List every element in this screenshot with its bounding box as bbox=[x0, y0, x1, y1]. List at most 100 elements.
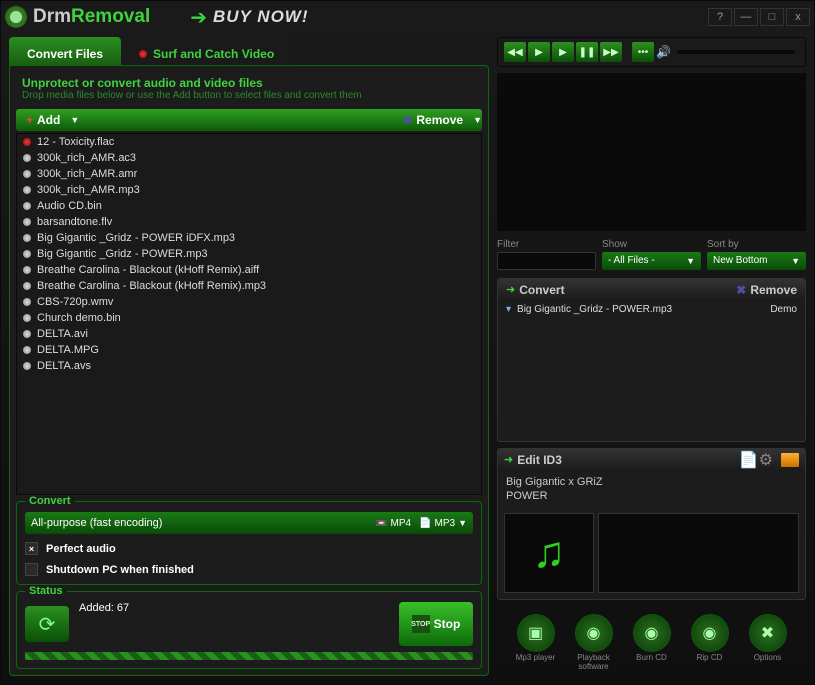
tab-surf-catch[interactable]: Surf and Catch Video bbox=[121, 37, 292, 65]
file-row[interactable]: 300k_rich_AMR.mp3 bbox=[17, 182, 481, 198]
filter-input[interactable] bbox=[497, 252, 596, 270]
remove-button[interactable]: ✖ Remove bbox=[392, 109, 473, 131]
stop-button[interactable]: STOP Stop bbox=[399, 602, 473, 646]
tab-convert-files[interactable]: Convert Files bbox=[9, 37, 121, 65]
volume-icon[interactable]: 🔊 bbox=[656, 45, 671, 59]
file-row[interactable]: 300k_rich_AMR.amr bbox=[17, 166, 481, 182]
file-row[interactable]: Big Gigantic _Gridz - POWER iDFX.mp3 bbox=[17, 230, 481, 246]
refresh-icon: ⟳ bbox=[25, 606, 69, 642]
rip-cd-button[interactable]: ◉Rip CD bbox=[686, 614, 734, 672]
queue-panel: ➜ Convert ✖Remove ▾Big Gigantic _Gridz -… bbox=[497, 278, 806, 442]
status-dot-icon bbox=[23, 154, 31, 162]
status-dot-icon bbox=[23, 234, 31, 242]
file-row[interactable]: Big Gigantic _Gridz - POWER.mp3 bbox=[17, 246, 481, 262]
add-dropdown[interactable]: ▼ bbox=[70, 115, 79, 125]
buy-now-link[interactable]: ➔ BUY NOW! bbox=[190, 5, 308, 30]
stop-icon: STOP bbox=[412, 615, 430, 633]
status-section: Status ⟳ Added: 67 STOP Stop bbox=[16, 591, 482, 669]
status-dot-icon bbox=[23, 282, 31, 290]
next-button[interactable]: ▶▶ bbox=[600, 42, 622, 62]
seek-bar[interactable] bbox=[497, 73, 806, 231]
sort-dropdown[interactable]: New Bottom▼ bbox=[707, 252, 806, 270]
file-name: Church demo.bin bbox=[37, 312, 121, 324]
maximize-button[interactable]: □ bbox=[760, 8, 784, 26]
format-mp3-button[interactable]: 📄 MP3 ▼ bbox=[419, 518, 467, 529]
settings-icon[interactable]: 📄⚙ bbox=[739, 450, 773, 470]
perfect-audio-checkbox[interactable]: × Perfect audio bbox=[25, 542, 473, 555]
x-icon: ✖ bbox=[402, 113, 412, 127]
file-row[interactable]: DELTA.avs bbox=[17, 358, 481, 374]
music-note-icon: ♫ bbox=[533, 528, 566, 578]
burn-cd-button[interactable]: ◉Burn CD bbox=[628, 614, 676, 672]
file-name: Audio CD.bin bbox=[37, 200, 102, 212]
file-row[interactable]: Breathe Carolina - Blackout (kHoff Remix… bbox=[17, 262, 481, 278]
playlist-button[interactable]: ••• bbox=[632, 42, 654, 62]
id3-title: Edit ID3 bbox=[517, 453, 739, 467]
stop-label: Stop bbox=[434, 617, 461, 631]
file-row[interactable]: Breathe Carolina - Blackout (kHoff Remix… bbox=[17, 278, 481, 294]
file-name: CBS-720p.wmv bbox=[37, 296, 113, 308]
status-dot-icon bbox=[23, 170, 31, 178]
prev-button[interactable]: ▶ bbox=[528, 42, 550, 62]
queue-list[interactable]: ▾Big Gigantic _Gridz - POWER.mp3Demo bbox=[498, 301, 805, 441]
remove-dropdown[interactable]: ▼ bbox=[473, 115, 482, 125]
file-name: 300k_rich_AMR.ac3 bbox=[37, 152, 136, 164]
file-row[interactable]: CBS-720p.wmv bbox=[17, 294, 481, 310]
file-row[interactable]: 12 - Toxicity.flac bbox=[17, 134, 481, 150]
panel-subtitle: Drop media files below or use the Add bu… bbox=[22, 90, 476, 101]
help-button[interactable]: ? bbox=[708, 8, 732, 26]
arrow-right-icon: ➔ bbox=[190, 5, 207, 30]
rip-cd-icon: ◉ bbox=[691, 614, 729, 652]
volume-slider[interactable] bbox=[677, 50, 795, 54]
window-controls: ? — □ x bbox=[708, 8, 810, 26]
app-title: DrmRemoval bbox=[33, 6, 150, 28]
checkbox-icon: × bbox=[25, 542, 38, 555]
queue-row[interactable]: ▾Big Gigantic _Gridz - POWER.mp3Demo bbox=[498, 301, 805, 318]
file-toolbar: + Add ▼ ✖ Remove ▼ bbox=[16, 109, 482, 131]
playback-software-button[interactable]: ◉Playback software bbox=[570, 614, 618, 672]
minimize-button[interactable]: — bbox=[734, 8, 758, 26]
file-row[interactable]: DELTA.MPG bbox=[17, 342, 481, 358]
mp3-player-button[interactable]: ▣Mp3 player bbox=[512, 614, 560, 672]
file-row[interactable]: Audio CD.bin bbox=[17, 198, 481, 214]
show-dropdown[interactable]: - All Files -▼ bbox=[602, 252, 701, 270]
status-dot-icon bbox=[23, 330, 31, 338]
play-button[interactable]: ▶ bbox=[552, 42, 574, 62]
file-name: Big Gigantic _Gridz - POWER.mp3 bbox=[37, 248, 208, 260]
chevron-down-icon: ▾ bbox=[506, 304, 511, 315]
status-dot-icon bbox=[23, 250, 31, 258]
queue-remove-button[interactable]: ✖Remove bbox=[736, 283, 797, 297]
media-player: ◀◀ ▶ ▶ ❚❚ ▶▶ ••• 🔊 bbox=[497, 37, 806, 67]
file-name: Big Gigantic _Gridz - POWER iDFX.mp3 bbox=[37, 232, 235, 244]
mp3-icon: ▣ bbox=[517, 614, 555, 652]
rewind-button[interactable]: ◀◀ bbox=[504, 42, 526, 62]
status-dot-icon bbox=[23, 346, 31, 354]
file-row[interactable]: Church demo.bin bbox=[17, 310, 481, 326]
file-row[interactable]: 300k_rich_AMR.ac3 bbox=[17, 150, 481, 166]
progress-bar bbox=[25, 652, 473, 660]
album-art[interactable]: ♫ bbox=[504, 513, 594, 593]
file-row[interactable]: DELTA.avi bbox=[17, 326, 481, 342]
status-dot-icon bbox=[23, 266, 31, 274]
record-dot-icon bbox=[139, 50, 147, 58]
arrow-icon: ➜ bbox=[506, 283, 515, 296]
status-text: Added: 67 bbox=[79, 602, 389, 614]
tab-label: Surf and Catch Video bbox=[153, 47, 274, 61]
file-list[interactable]: 12 - Toxicity.flac 300k_rich_AMR.ac3 300k_… bbox=[16, 133, 482, 495]
shutdown-checkbox[interactable]: Shutdown PC when finished bbox=[25, 563, 473, 576]
app-logo-icon bbox=[5, 6, 27, 28]
file-name: 300k_rich_AMR.mp3 bbox=[37, 184, 140, 196]
options-button[interactable]: ✖Options bbox=[744, 614, 792, 672]
file-row[interactable]: barsandtone.flv bbox=[17, 214, 481, 230]
add-button[interactable]: + Add bbox=[16, 109, 70, 131]
checkbox-label: Shutdown PC when finished bbox=[46, 564, 194, 576]
remove-label: Remove bbox=[416, 113, 463, 127]
folder-icon[interactable] bbox=[781, 453, 799, 467]
app-window: DrmRemoval ➔ BUY NOW! ? — □ x Convert Fi… bbox=[0, 0, 815, 685]
file-name: DELTA.avs bbox=[37, 360, 91, 372]
format-mp4-button[interactable]: 📼 MP4 bbox=[375, 518, 411, 529]
checkbox-label: Perfect audio bbox=[46, 543, 116, 555]
pause-button[interactable]: ❚❚ bbox=[576, 42, 598, 62]
convert-profile-bar[interactable]: All-purpose (fast encoding) 📼 MP4 📄 MP3 … bbox=[25, 512, 473, 534]
close-button[interactable]: x bbox=[786, 8, 810, 26]
